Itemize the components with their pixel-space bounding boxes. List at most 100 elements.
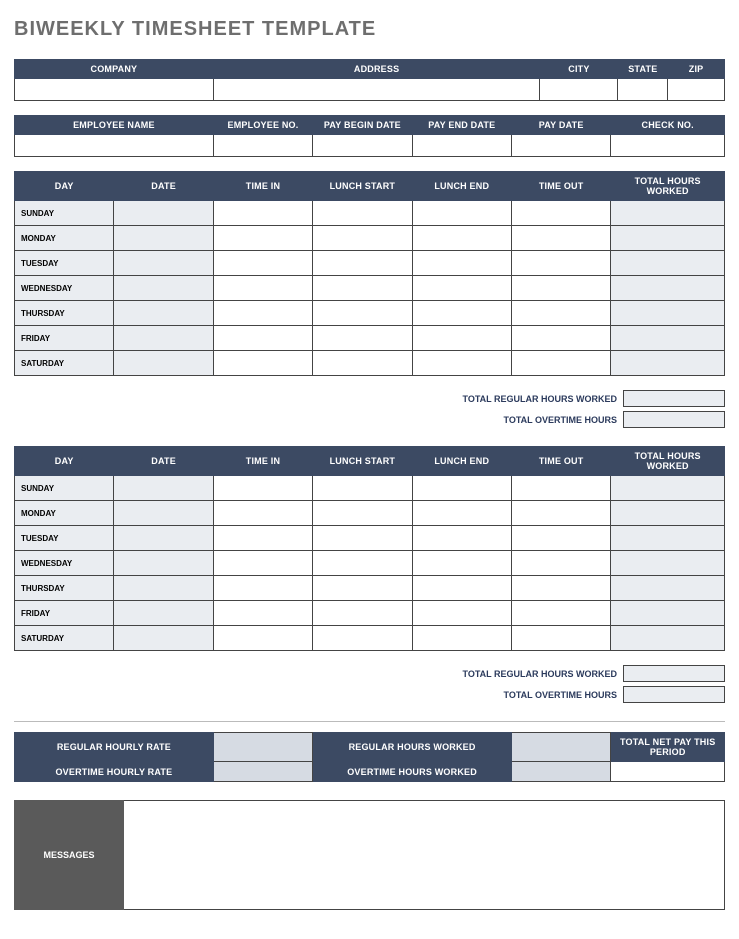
zip-input[interactable] — [668, 79, 725, 101]
week2-cell[interactable] — [611, 526, 725, 551]
state-input[interactable] — [618, 79, 668, 101]
week1-cell[interactable] — [114, 251, 213, 276]
week1-cell[interactable] — [611, 201, 725, 226]
week1-cell[interactable] — [313, 276, 412, 301]
week2-cell[interactable] — [611, 476, 725, 501]
week2-cell[interactable] — [511, 626, 610, 651]
week2-cell[interactable] — [313, 526, 412, 551]
week1-cell[interactable] — [511, 226, 610, 251]
employee-name-input[interactable] — [15, 135, 214, 157]
week1-cell[interactable] — [412, 251, 511, 276]
week1-cell[interactable] — [511, 351, 610, 376]
week1-cell[interactable] — [313, 351, 412, 376]
week2-cell[interactable] — [313, 601, 412, 626]
week1-cell[interactable] — [313, 251, 412, 276]
pay-begin-input[interactable] — [313, 135, 412, 157]
week1-cell[interactable] — [611, 351, 725, 376]
week2-cell[interactable] — [114, 526, 213, 551]
week2-regular-value[interactable] — [623, 665, 725, 682]
pay-date-input[interactable] — [511, 135, 610, 157]
week1-cell[interactable] — [213, 326, 312, 351]
week2-cell[interactable] — [611, 601, 725, 626]
week1-cell[interactable] — [611, 226, 725, 251]
check-no-input[interactable] — [611, 135, 725, 157]
week1-cell[interactable] — [313, 226, 412, 251]
week1-cell[interactable] — [313, 301, 412, 326]
reg-hours-input[interactable] — [511, 733, 610, 762]
week2-cell[interactable] — [114, 501, 213, 526]
week2-cell[interactable] — [313, 626, 412, 651]
week2-cell[interactable] — [313, 501, 412, 526]
week1-cell[interactable] — [611, 326, 725, 351]
week1-cell[interactable] — [213, 226, 312, 251]
week1-cell[interactable] — [114, 276, 213, 301]
week2-cell[interactable] — [213, 551, 312, 576]
week2-cell[interactable] — [313, 551, 412, 576]
week2-cell[interactable] — [511, 551, 610, 576]
week1-cell[interactable] — [213, 251, 312, 276]
week2-cell[interactable] — [412, 576, 511, 601]
week1-regular-value[interactable] — [623, 390, 725, 407]
week1-cell[interactable] — [611, 301, 725, 326]
week2-cell[interactable] — [511, 526, 610, 551]
week2-cell[interactable] — [114, 601, 213, 626]
week1-cell[interactable] — [213, 276, 312, 301]
week2-cell[interactable] — [611, 551, 725, 576]
week1-cell[interactable] — [412, 301, 511, 326]
week2-cell[interactable] — [213, 576, 312, 601]
week2-cell[interactable] — [313, 576, 412, 601]
week2-cell[interactable] — [114, 551, 213, 576]
week1-cell[interactable] — [213, 201, 312, 226]
employee-no-input[interactable] — [213, 135, 312, 157]
week2-cell[interactable] — [412, 476, 511, 501]
week1-cell[interactable] — [114, 301, 213, 326]
week2-cell[interactable] — [213, 526, 312, 551]
company-input[interactable] — [15, 79, 214, 101]
week1-cell[interactable] — [213, 351, 312, 376]
week2-cell[interactable] — [213, 501, 312, 526]
week1-cell[interactable] — [313, 326, 412, 351]
week2-cell[interactable] — [611, 501, 725, 526]
week2-cell[interactable] — [412, 526, 511, 551]
week1-cell[interactable] — [611, 251, 725, 276]
week1-cell[interactable] — [114, 351, 213, 376]
week2-cell[interactable] — [114, 476, 213, 501]
week1-cell[interactable] — [412, 326, 511, 351]
messages-input[interactable] — [124, 800, 725, 910]
week1-overtime-value[interactable] — [623, 411, 725, 428]
week1-cell[interactable] — [511, 301, 610, 326]
ot-hours-input[interactable] — [511, 762, 610, 782]
week2-cell[interactable] — [511, 476, 610, 501]
pay-end-input[interactable] — [412, 135, 511, 157]
week2-cell[interactable] — [511, 501, 610, 526]
week2-cell[interactable] — [611, 576, 725, 601]
week2-cell[interactable] — [213, 626, 312, 651]
week1-cell[interactable] — [511, 276, 610, 301]
week1-cell[interactable] — [511, 326, 610, 351]
week1-cell[interactable] — [511, 251, 610, 276]
week2-cell[interactable] — [412, 551, 511, 576]
week2-cell[interactable] — [213, 601, 312, 626]
week1-cell[interactable] — [114, 201, 213, 226]
week2-cell[interactable] — [611, 626, 725, 651]
week2-cell[interactable] — [114, 626, 213, 651]
week2-cell[interactable] — [412, 501, 511, 526]
city-input[interactable] — [540, 79, 618, 101]
week1-cell[interactable] — [313, 201, 412, 226]
week1-cell[interactable] — [412, 201, 511, 226]
week1-cell[interactable] — [412, 276, 511, 301]
ot-rate-input[interactable] — [213, 762, 312, 782]
week2-cell[interactable] — [412, 626, 511, 651]
week2-overtime-value[interactable] — [623, 686, 725, 703]
week2-cell[interactable] — [313, 476, 412, 501]
week1-cell[interactable] — [412, 351, 511, 376]
week2-cell[interactable] — [511, 601, 610, 626]
week1-cell[interactable] — [114, 226, 213, 251]
week2-cell[interactable] — [511, 576, 610, 601]
week1-cell[interactable] — [412, 226, 511, 251]
reg-rate-input[interactable] — [213, 733, 312, 762]
week2-cell[interactable] — [213, 476, 312, 501]
week2-cell[interactable] — [114, 576, 213, 601]
week2-cell[interactable] — [412, 601, 511, 626]
week1-cell[interactable] — [511, 201, 610, 226]
